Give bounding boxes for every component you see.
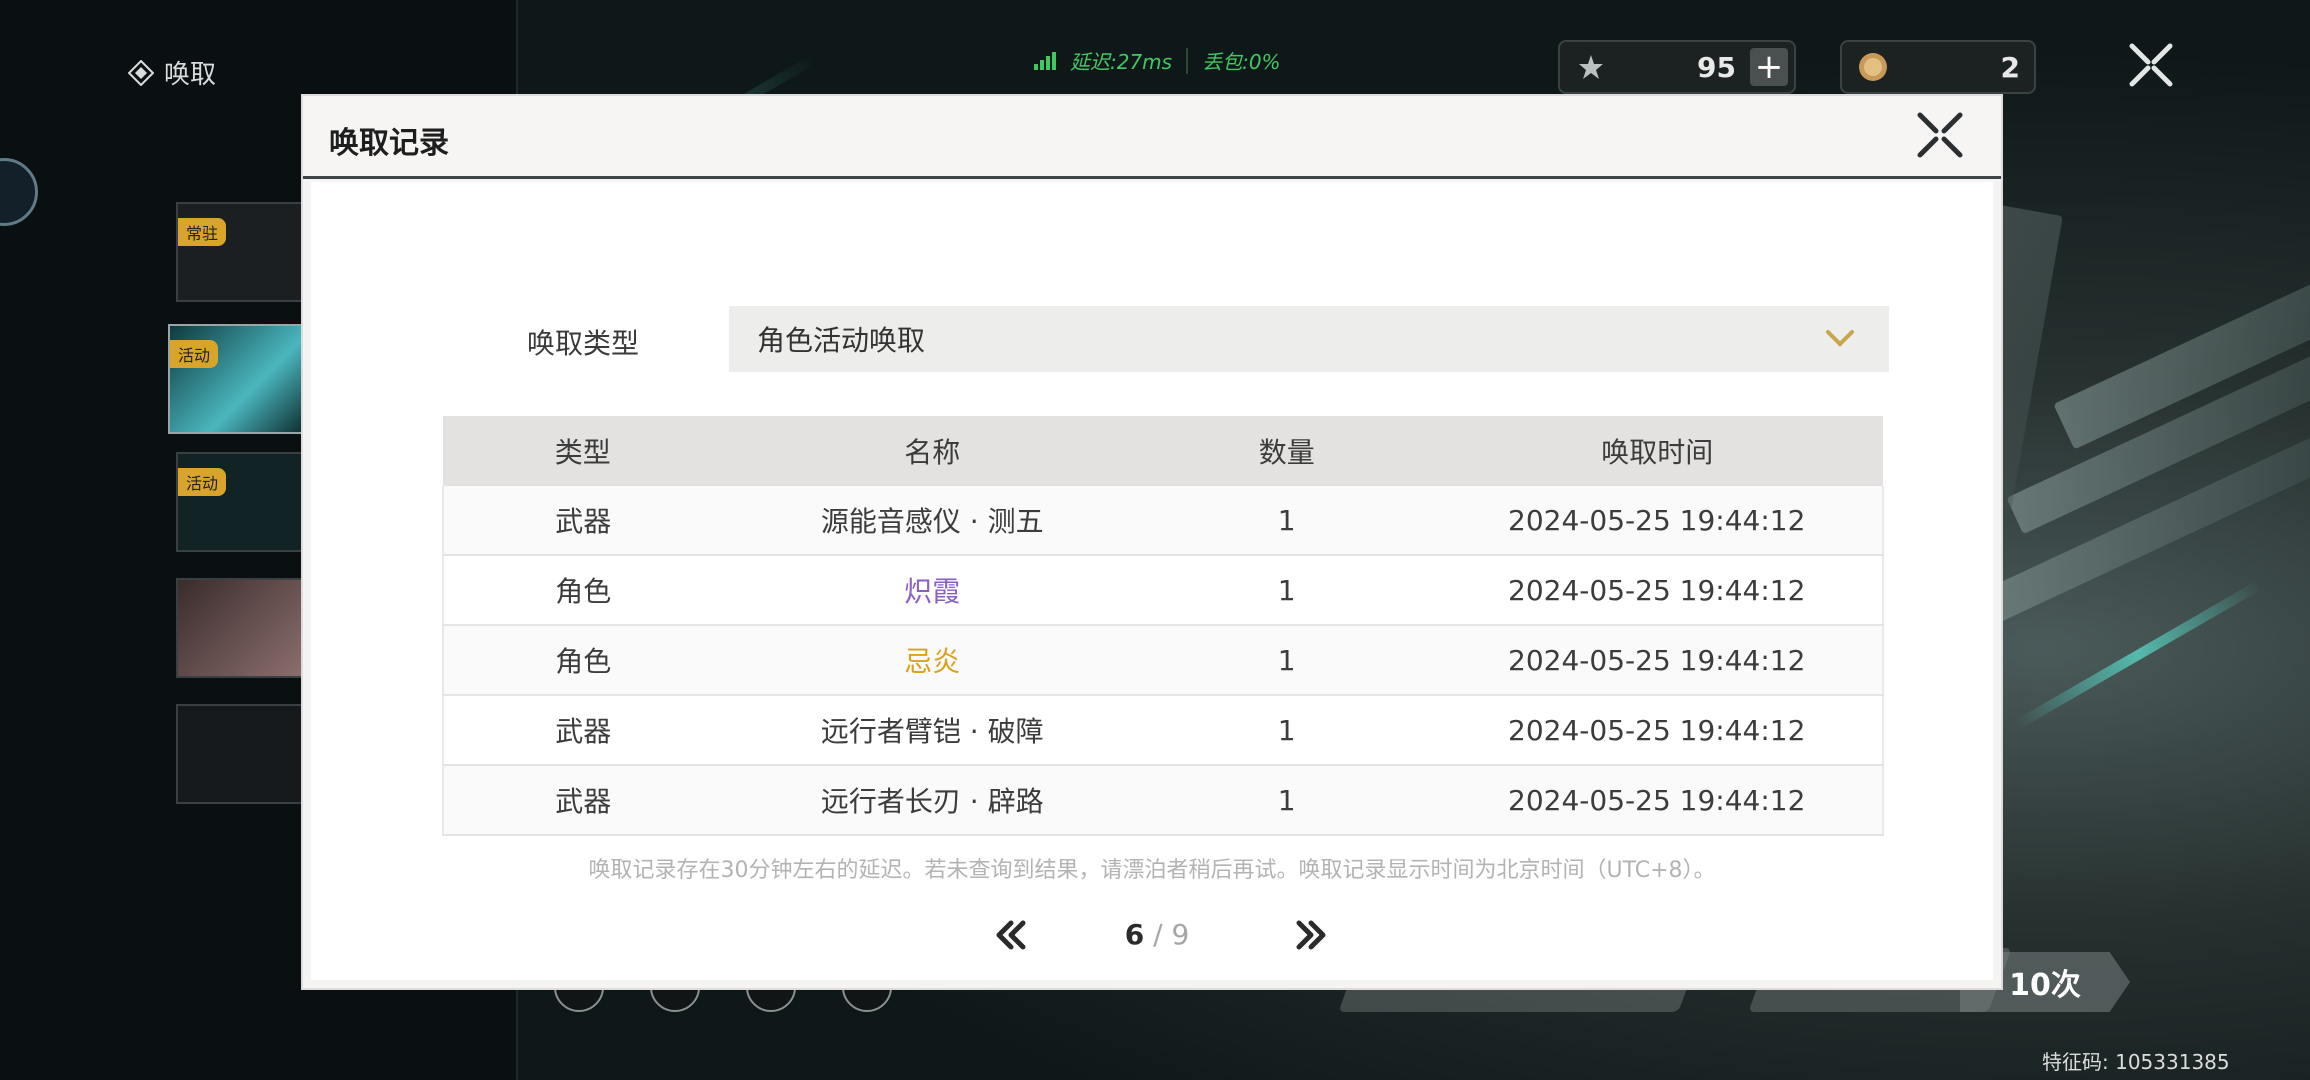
cell-type: 武器 xyxy=(442,486,723,556)
cell-quantity: 1 xyxy=(1141,555,1432,626)
cell-quantity: 1 xyxy=(1141,765,1432,836)
summon-type-label: 唤取类型 xyxy=(527,327,640,360)
currency-star-token: 95 + xyxy=(1558,40,1796,94)
signal-icon xyxy=(1034,51,1056,70)
cell-quantity: 1 xyxy=(1141,486,1432,556)
cell-name: 源能音感仪 · 测五 xyxy=(722,486,1142,556)
divider xyxy=(1186,47,1189,74)
cell-time: 2024-05-25 19:44:12 xyxy=(1431,695,1884,766)
latency-text: 延迟:27ms xyxy=(1070,50,1173,74)
close-icon[interactable] xyxy=(1915,110,1965,160)
modal-body: 唤取类型 角色活动唤取 类型 名称 数量 唤取时间 武器 源能音感仪 · 测五 … xyxy=(311,182,1993,980)
record-table: 类型 名称 数量 唤取时间 武器 源能音感仪 · 测五 1 2024-05-25… xyxy=(442,416,1884,836)
current-page: 6 xyxy=(1124,918,1145,951)
currency-value: 95 xyxy=(1697,50,1736,84)
banner-card-standard[interactable]: 常驻 xyxy=(176,202,304,302)
cell-time: 2024-05-25 19:44:12 xyxy=(1431,555,1884,626)
table-row: 武器 远行者臂铠 · 破障 1 2024-05-25 19:44:12 xyxy=(442,695,1884,766)
banner-card-event-selected[interactable]: 活动 xyxy=(168,324,308,434)
cell-name: 炽霞 xyxy=(722,555,1142,626)
banner-tag: 常驻 xyxy=(178,218,227,246)
cell-type: 角色 xyxy=(442,625,723,696)
cell-quantity: 1 xyxy=(1141,625,1432,696)
table-row: 角色 炽霞 1 2024-05-25 19:44:12 xyxy=(442,555,1884,626)
delay-notice: 唤取记录存在30分钟左右的延迟。若未查询到结果，请漂泊者稍后再试。唤取记录显示时… xyxy=(588,858,1716,883)
summon-record-modal: 唤取记录 唤取类型 角色活动唤取 类型 名称 数量 唤取时间 武器 源能音感仪 … xyxy=(303,96,2001,988)
column-header-quantity: 数量 xyxy=(1141,416,1432,486)
summon-icon xyxy=(128,59,154,86)
modal-title: 唤取记录 xyxy=(329,126,449,161)
add-currency-button[interactable]: + xyxy=(1750,47,1788,87)
cell-type: 角色 xyxy=(442,555,723,626)
close-icon[interactable] xyxy=(2126,40,2176,90)
coin-icon xyxy=(1856,50,1890,84)
column-header-type: 类型 xyxy=(443,416,723,486)
page-indicator: 6 / 9 xyxy=(1057,918,1257,951)
cell-type: 武器 xyxy=(442,765,723,836)
page-separator: / xyxy=(1153,918,1163,951)
cell-name: 忌炎 xyxy=(722,625,1142,696)
currency-value: 2 xyxy=(2000,50,2020,84)
banner-tag: 活动 xyxy=(170,340,219,368)
prev-page-icon[interactable] xyxy=(991,918,1031,952)
table-row: 角色 忌炎 1 2024-05-25 19:44:12 xyxy=(442,625,1884,696)
cell-time: 2024-05-25 19:44:12 xyxy=(1431,625,1884,696)
cell-name: 远行者长刃 · 辟路 xyxy=(722,765,1142,836)
currency-coin: 2 xyxy=(1840,40,2036,94)
column-header-name: 名称 xyxy=(722,416,1142,486)
feature-code: 特征码: 105331385 xyxy=(2042,1050,2230,1074)
cell-name: 远行者臂铠 · 破障 xyxy=(722,695,1142,766)
summon-type-value: 角色活动唤取 xyxy=(757,324,926,357)
table-row: 武器 源能音感仪 · 测五 1 2024-05-25 19:44:12 xyxy=(442,486,1884,556)
column-header-time: 唤取时间 xyxy=(1431,416,1883,486)
packet-loss-text: 丢包:0% xyxy=(1202,50,1281,74)
page-title: 唤取 xyxy=(128,54,216,91)
total-pages: 9 xyxy=(1171,918,1190,951)
chevron-down-icon xyxy=(1826,330,1854,347)
pagination: 6 / 9 xyxy=(311,910,1993,960)
star-token-icon xyxy=(1574,50,1608,84)
banner-card[interactable] xyxy=(176,704,304,804)
network-status: 延迟:27ms 丢包:0% xyxy=(1034,46,1281,75)
modal-header: 唤取记录 xyxy=(303,96,2001,179)
cell-time: 2024-05-25 19:44:12 xyxy=(1431,765,1884,836)
summon-type-dropdown[interactable]: 角色活动唤取 xyxy=(729,306,1889,372)
cell-quantity: 1 xyxy=(1141,695,1432,766)
page-title-text: 唤取 xyxy=(164,60,217,90)
cell-time: 2024-05-25 19:44:12 xyxy=(1431,486,1884,556)
banner-tag: 活动 xyxy=(178,468,227,496)
table-row: 武器 远行者长刃 · 辟路 1 2024-05-25 19:44:12 xyxy=(442,765,1884,836)
banner-card-event[interactable]: 活动 xyxy=(176,452,304,552)
banner-card[interactable] xyxy=(176,578,304,678)
table-header-row: 类型 名称 数量 唤取时间 xyxy=(443,416,1883,486)
next-page-icon[interactable] xyxy=(1291,918,1331,952)
cell-type: 武器 xyxy=(442,695,723,766)
